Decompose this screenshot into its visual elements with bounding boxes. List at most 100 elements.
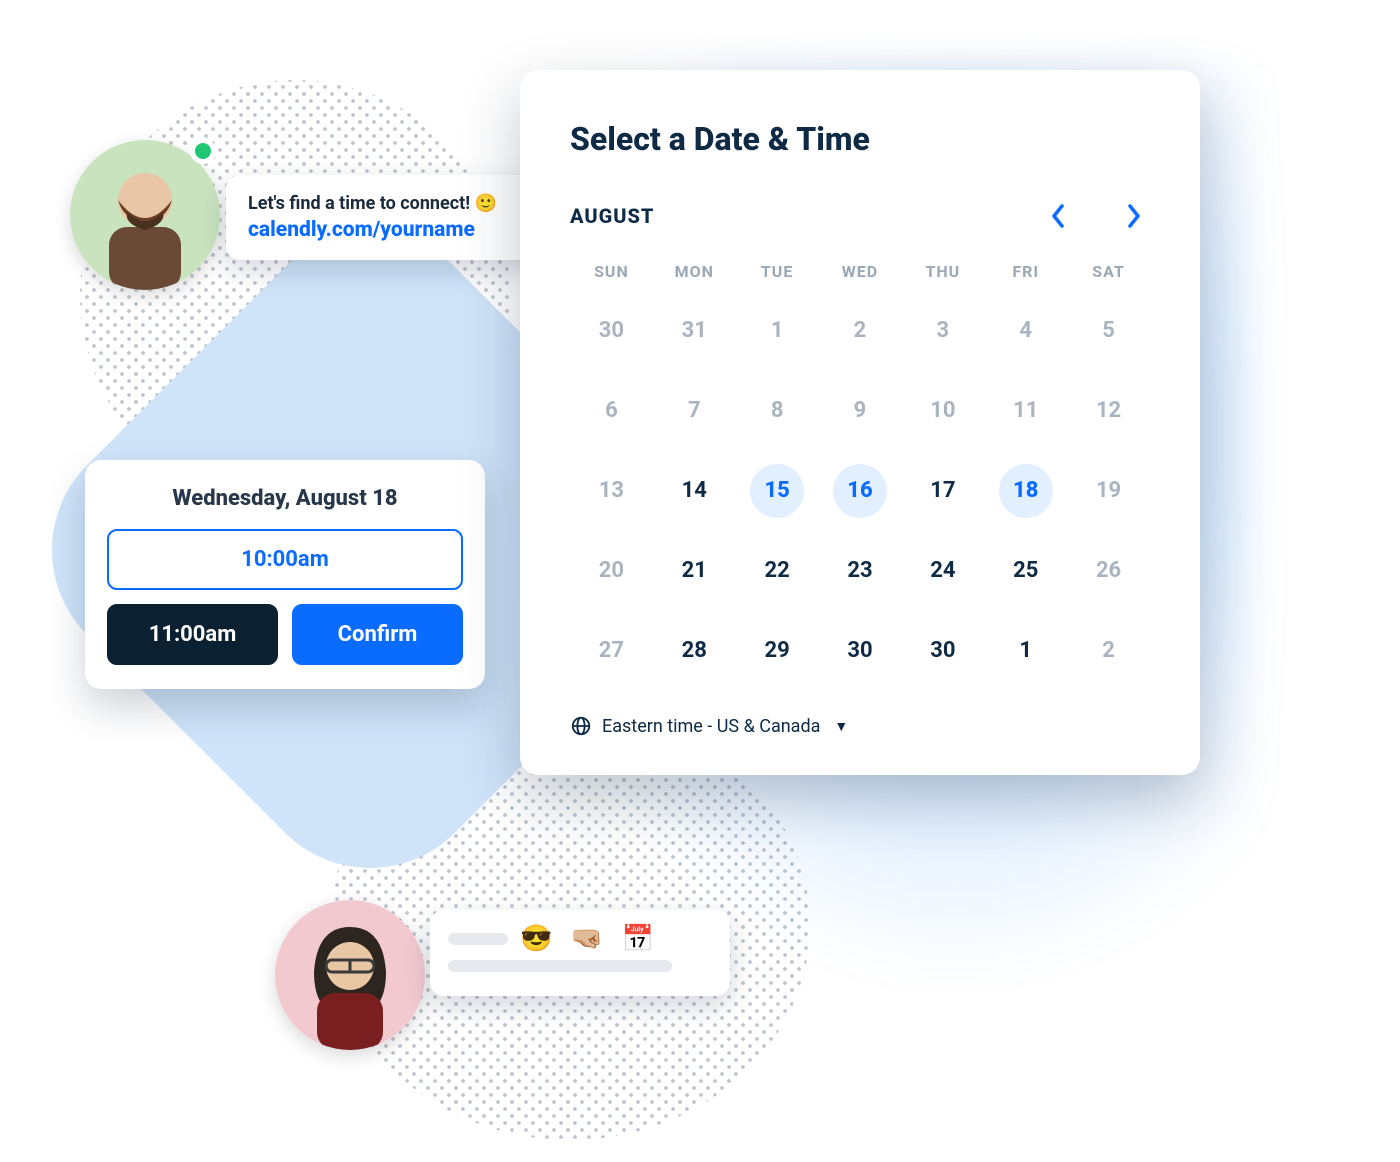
calendar-day: 4 (984, 295, 1067, 367)
calendar-day: 19 (1067, 455, 1150, 527)
calendar-day-number: 27 (584, 624, 638, 678)
calendar-grid: 3031123456789101112131415161718192021222… (570, 295, 1150, 687)
calendar-day: 30 (570, 295, 653, 367)
calendar-day: 11 (984, 375, 1067, 447)
calendar-day: 13 (570, 455, 653, 527)
calendar-day-number: 26 (1082, 544, 1136, 598)
calendar-day-number: 30 (916, 624, 970, 678)
calendar-day-number: 7 (667, 384, 721, 438)
prev-month-button[interactable] (1042, 200, 1074, 232)
calendar-day-number: 31 (667, 304, 721, 358)
calendar-day: 7 (653, 375, 736, 447)
calendar-day[interactable]: 30 (819, 615, 902, 687)
calendar-day-number: 3 (916, 304, 970, 358)
calendar-day: 2 (1067, 615, 1150, 687)
calendar-day-number: 8 (750, 384, 804, 438)
calendar-day: 5 (1067, 295, 1150, 367)
calendar-day[interactable]: 1 (984, 615, 1067, 687)
calendar-day-number: 23 (833, 544, 887, 598)
calendar-day[interactable]: 16 (819, 455, 902, 527)
presence-indicator (190, 138, 216, 164)
calendar-week-row: 30 31 12345 (570, 295, 1150, 367)
confirm-button[interactable]: Confirm (292, 604, 463, 665)
calendar-day[interactable]: 23 (819, 535, 902, 607)
calendar-day-number: 30 (584, 304, 638, 358)
calendar-day-number: 16 (833, 464, 887, 518)
calendar-day-number: 15 (750, 464, 804, 518)
calendar-day-number: 2 (833, 304, 887, 358)
calendar-day-number: 18 (999, 464, 1053, 518)
time-slot-1000am[interactable]: 10:00am (107, 529, 463, 590)
timezone-label: Eastern time - US & Canada (602, 716, 820, 737)
invite-text: Let's find a time to connect! (248, 193, 470, 214)
calendar-day-number: 10 (916, 384, 970, 438)
calendar-day-number: 19 (1082, 464, 1136, 518)
calendar-week-row: 13 14 15 16 17 18 19 (570, 455, 1150, 527)
month-label: AUGUST (570, 204, 654, 228)
calendar-day: 1 (736, 295, 819, 367)
calendar-day-number: 1 (750, 304, 804, 358)
calendar-day[interactable]: 28 (653, 615, 736, 687)
calendar-title: Select a Date & Time (570, 120, 1150, 158)
calendar-day[interactable]: 18 (984, 455, 1067, 527)
calendar-day[interactable]: 14 (653, 455, 736, 527)
reply-emojis: 😎 🤜🏼 📅 (520, 924, 660, 954)
calendar-day[interactable]: 24 (901, 535, 984, 607)
calendar-day-number: 11 (999, 384, 1053, 438)
calendar-day-number: 6 (584, 384, 638, 438)
globe-icon (570, 715, 592, 737)
caret-down-icon: ▼ (834, 718, 848, 735)
calendar-day-number: 17 (916, 464, 970, 518)
calendar-day-number: 29 (750, 624, 804, 678)
calendar-day[interactable]: 29 (736, 615, 819, 687)
calendar-day: 12 (1067, 375, 1150, 447)
timezone-selector[interactable]: Eastern time - US & Canada ▼ (570, 715, 1150, 737)
calendar-week-row: 20 21 22 23 24 25 26 (570, 535, 1150, 607)
calendar-day-number: 13 (584, 464, 638, 518)
calendar-day-number: 30 (833, 624, 887, 678)
calendar-day: 2 (819, 295, 902, 367)
calendar-day[interactable]: 17 (901, 455, 984, 527)
calendar-day: 26 (1067, 535, 1150, 607)
chevron-right-icon (1126, 204, 1142, 228)
calendar-day-number: 20 (584, 544, 638, 598)
calendar-day-number: 12 (1082, 384, 1136, 438)
next-month-button[interactable] (1118, 200, 1150, 232)
calendar-day[interactable]: 21 (653, 535, 736, 607)
calendar-day-number: 21 (667, 544, 721, 598)
calendar-day-number: 1 (999, 624, 1053, 678)
calendar-day-number: 28 (667, 624, 721, 678)
smile-emoji: 🙂 (475, 193, 497, 214)
weekday-label: TUE (736, 262, 819, 281)
calendar-day-number: 14 (667, 464, 721, 518)
scheduling-link[interactable]: calendly.com/yourname (248, 218, 524, 242)
calendar-day: 9 (819, 375, 902, 447)
skeleton-line (448, 960, 672, 972)
calendar-day: 20 (570, 535, 653, 607)
weekday-header-row: SUNMONTUEWEDTHUFRISAT (570, 262, 1150, 281)
calendar-day: 6 (570, 375, 653, 447)
calendar-day[interactable]: 25 (984, 535, 1067, 607)
calendar-day-number: 25 (999, 544, 1053, 598)
weekday-label: SUN (570, 262, 653, 281)
chat-bubble-reply: 😎 🤜🏼 📅 (430, 910, 730, 996)
calendar-day-number: 24 (916, 544, 970, 598)
calendar-day[interactable]: 22 (736, 535, 819, 607)
calendar-card: Select a Date & Time AUGUST SUNMONTUEWED… (520, 70, 1200, 775)
calendar-day-number: 2 (1082, 624, 1136, 678)
weekday-label: THU (901, 262, 984, 281)
calendar-week-row: 6789 10 11 12 (570, 375, 1150, 447)
calendar-day-number: 4 (999, 304, 1053, 358)
time-slot-1100am-selected[interactable]: 11:00am (107, 604, 278, 665)
weekday-label: WED (819, 262, 902, 281)
weekday-label: MON (653, 262, 736, 281)
calendar-day: 8 (736, 375, 819, 447)
calendar-day[interactable]: 30 (901, 615, 984, 687)
calendar-day: 10 (901, 375, 984, 447)
calendar-day: 3 (901, 295, 984, 367)
calendar-day: 27 (570, 615, 653, 687)
calendar-day-number: 22 (750, 544, 804, 598)
calendar-day[interactable]: 15 (736, 455, 819, 527)
weekday-label: SAT (1067, 262, 1150, 281)
avatar-user-2 (275, 900, 425, 1050)
